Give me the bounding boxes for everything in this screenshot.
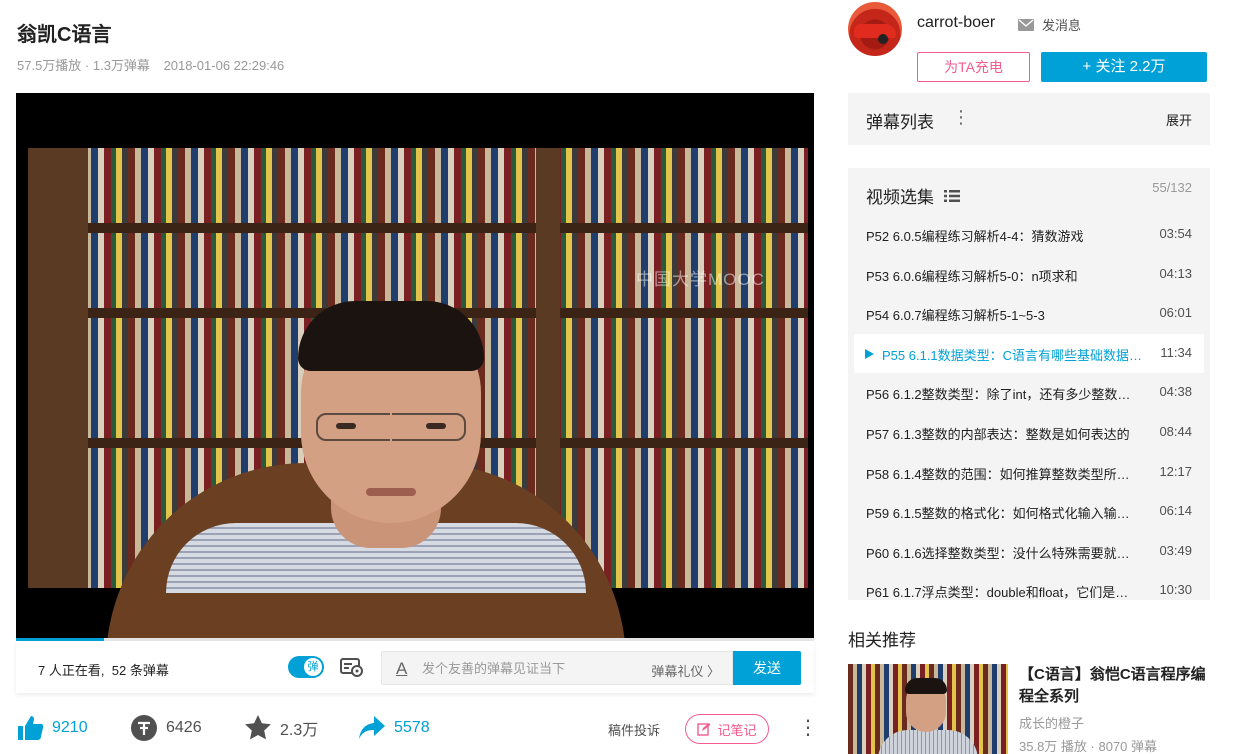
danmaku-send-bar: 7 人正在看, 52 条弹幕 弹 A 弹幕礼仪 〉 发送 [16,641,814,693]
speaker-eyes [336,423,446,431]
share-count: 5578 [394,719,430,736]
recommend-title: 相关推荐 [848,631,916,650]
playing-icon [865,348,874,359]
like-count: 9210 [52,719,88,736]
danmaku-settings-icon[interactable] [340,657,364,677]
danmaku-send-button[interactable]: 发送 [733,651,801,685]
episode-duration: 06:01 [1159,305,1192,321]
danmaku-list-menu-icon[interactable]: ⋮ [952,107,970,128]
publish-date: 2018-01-06 22:29:46 [163,58,285,73]
episode-item[interactable]: P54 6.0.7编程练习解析5-1~5-3 06:01 [848,294,1210,334]
favorite-button[interactable]: 2.3万 [244,714,318,742]
episode-item[interactable]: P53 6.0.6编程练习解析5-0：n项求和 04:13 [848,255,1210,295]
episode-label: P61 6.1.7浮点类型：double和float，它们是什么 [866,585,1136,600]
episode-duration: 10:30 [1159,582,1192,598]
danmaku-count: 52 [111,663,127,678]
episode-item[interactable]: P57 6.1.3整数的内部表达：整数是如何表达的 08:44 [848,413,1210,453]
episode-duration: 06:14 [1159,503,1192,519]
favorite-count: 2.3万 [280,722,319,739]
viewer-count: 7 [38,663,46,678]
thumb-person-hair [905,678,947,694]
episode-item[interactable]: P52 6.0.5编程练习解析4-4：猜数游戏 03:54 [848,215,1210,255]
episode-duration: 08:44 [1159,423,1192,439]
danmaku-input-container: A 弹幕礼仪 〉 [381,651,733,685]
star-icon [245,715,271,740]
video-player[interactable]: 中国大学MOOC [16,93,814,640]
recommend-video-owner[interactable]: 成长的橙子 [1019,713,1084,732]
follow-button[interactable]: + 关注 2.2万 [1041,52,1207,82]
episode-list: P52 6.0.5编程练习解析4-4：猜数游戏 03:54 P53 6.0.6编程练… [848,215,1210,600]
more-options-icon[interactable]: ⋮ [798,716,818,740]
bookshelf-side [28,148,88,588]
episode-label: P59 6.1.5整数的格式化：如何格式化输入输出整数 [866,506,1136,522]
report-link[interactable]: 稿件投诉 [608,720,660,739]
viewer-label: 人正在看, [48,663,105,678]
danmaku-etiquette-link[interactable]: 弹幕礼仪 〉 [651,661,720,680]
episode-duration: 04:38 [1159,384,1192,400]
episode-label: P56 6.1.2整数类型：除了int，还有多少整数类型 [866,387,1136,403]
speaker-mouth [366,488,416,496]
episode-label: P52 6.0.5编程练习解析4-4：猜数游戏 [866,229,1084,244]
episode-item[interactable]: P59 6.1.5整数的格式化：如何格式化输入输出整数 06:14 [848,492,1210,532]
danmaku-list-panel[interactable]: 弹幕列表 ⋮ 展开 [848,93,1210,145]
coin-count: 6426 [166,719,202,736]
episode-duration: 12:17 [1159,463,1192,479]
viewer-status: 7 人正在看, 52 条弹幕 [38,660,169,679]
take-note-label: 记笔记 [717,722,757,738]
uploader-name[interactable]: carrot-boer [917,14,995,32]
danmaku-list-expand[interactable]: 展开 [1166,110,1192,129]
episode-list-panel: 视频选集 55/132 P52 6.0.5编程练习解析4-4：猜数游戏 03:54… [848,168,1210,600]
danmaku-count-label: 条弹幕 [129,663,169,678]
send-message-link[interactable]: 发消息 [1018,15,1081,34]
episode-item[interactable]: P55 6.1.1数据类型：C语言有哪些基础数据类型 11:34 [854,333,1204,374]
episode-duration: 03:49 [1159,542,1192,558]
speaker-hair [298,301,484,371]
share-arrow-icon [359,716,385,739]
send-message-label: 发消息 [1042,18,1082,33]
uploader-avatar[interactable] [848,2,902,56]
episode-duration: 04:13 [1159,265,1192,281]
charge-button[interactable]: 为TA充电 [917,52,1030,82]
coin-button[interactable]: 6426 [130,714,202,742]
video-title: 翁凯C语言 [17,24,112,46]
view-count: 57.5万播放 · 1.3万弹幕 [17,58,150,73]
recommend-thumbnail[interactable] [848,664,1008,754]
share-button[interactable]: 5578 [358,714,430,742]
episode-label: P57 6.1.3整数的内部表达：整数是如何表达的 [866,426,1130,442]
video-watermark: 中国大学MOOC [636,270,765,289]
episode-item[interactable]: P61 6.1.7浮点类型：double和float，它们是什么 10:30 [848,571,1210,600]
episode-count: 55/132 [1152,180,1192,195]
episode-label: P55 6.1.1数据类型：C语言有哪些基础数据类型 [882,347,1152,363]
coin-icon [131,715,157,741]
episode-label: P58 6.1.4整数的范围：如何推算整数类型所能表达的范围 [866,466,1136,482]
avatar-car-image [854,24,896,44]
recommend-video-stats: 35.8万 播放 · 8070 弹幕 [1019,739,1157,754]
episode-label: P54 6.0.7编程练习解析5-1~5-3 [866,308,1045,324]
episode-item[interactable]: P58 6.1.4整数的范围：如何推算整数类型所能表达的范围 12:17 [848,453,1210,493]
list-icon [944,189,960,202]
mail-icon [1018,18,1034,31]
bookshelf-board [28,223,808,233]
episode-label: P53 6.0.6编程练习解析5-0：n项求和 [866,268,1078,284]
episode-label: P60 6.1.6选择整数类型：没什么特殊需要就只用int [866,545,1136,561]
danmaku-toggle-knob: 弹 [304,658,322,676]
episode-item[interactable]: P56 6.1.2整数类型：除了int，还有多少整数类型 04:38 [848,373,1210,413]
take-note-button[interactable]: 记笔记 [685,714,769,744]
video-actions: 9210 6426 2.3万 5578 稿件投诉 记笔记 ⋮ [16,708,818,748]
danmaku-input[interactable] [422,652,642,684]
danmaku-toggle[interactable]: 弹 [288,656,324,678]
episode-list-header: 视频选集 [866,183,960,208]
episode-list-title: 视频选集 [866,188,934,207]
episode-duration: 11:34 [1160,344,1192,360]
thumb-person-body [878,730,978,754]
note-edit-icon [697,723,711,736]
recommend-video-title[interactable]: 【C语言】翁恺C语言程序编程全系列 [1019,664,1209,708]
like-button[interactable]: 9210 [16,714,88,742]
video-meta: 57.5万播放 · 1.3万弹幕 2018-01-06 22:29:46 [17,55,294,74]
danmaku-list-title: 弹幕列表 [866,113,934,132]
thumbs-up-icon [18,716,44,740]
episode-duration: 03:54 [1159,226,1192,241]
danmaku-style-icon[interactable]: A [396,659,407,679]
episode-item[interactable]: P60 6.1.6选择整数类型：没什么特殊需要就只用int 03:49 [848,532,1210,572]
